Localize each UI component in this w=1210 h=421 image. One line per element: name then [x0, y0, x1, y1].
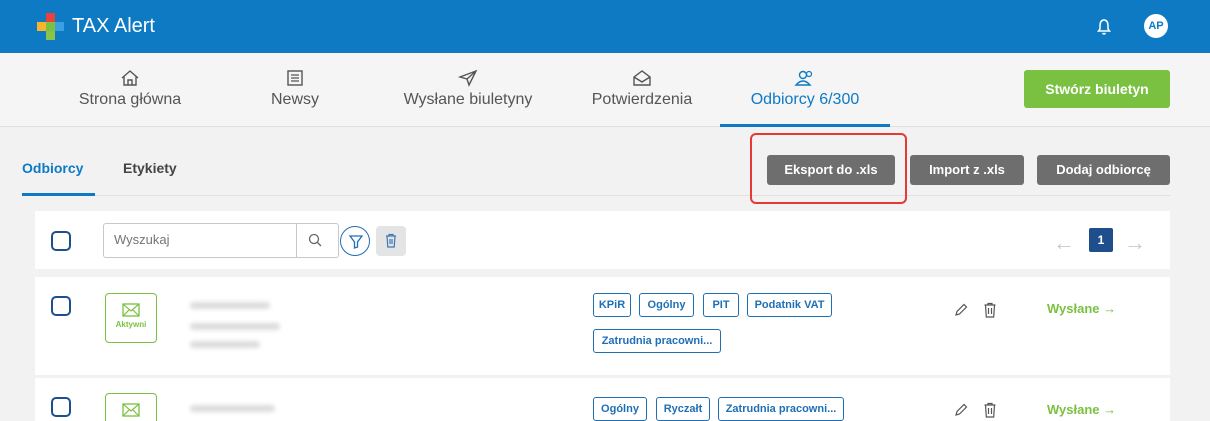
row-checkbox[interactable] [51, 296, 71, 316]
create-newsletter-button[interactable]: Stwórz biuletyn [1024, 70, 1170, 108]
user-avatar[interactable]: AP [1144, 14, 1168, 38]
tag[interactable]: Ryczałt [656, 397, 710, 421]
tag[interactable]: Ogólny [593, 397, 647, 421]
tag[interactable]: Ogólny [639, 293, 694, 317]
nav-item-label: Odbiorcy 6/300 [750, 91, 860, 108]
home-icon [121, 70, 139, 86]
search-divider [296, 224, 297, 257]
subtab-divider [22, 195, 1170, 196]
sent-link[interactable]: Wysłane → [1047, 301, 1116, 316]
bulk-delete-button[interactable] [376, 226, 406, 256]
filter-button[interactable] [340, 226, 370, 256]
app-title: TAX Alert [72, 15, 155, 37]
trash-icon[interactable] [983, 302, 997, 318]
redacted-email [190, 323, 280, 330]
search-icon[interactable] [308, 233, 322, 247]
nav-item-label: Wysłane biuletyny [403, 91, 533, 108]
trash-icon[interactable] [983, 402, 997, 418]
envelope-icon [122, 403, 140, 417]
nav-item-label: Newsy [270, 91, 319, 108]
edit-icon[interactable] [954, 303, 968, 317]
row-checkbox[interactable] [51, 397, 71, 417]
tag[interactable]: PIT [703, 293, 739, 317]
add-recipient-button[interactable]: Dodaj odbiorcę [1037, 155, 1170, 185]
nav-item-news[interactable]: Newsy [255, 53, 335, 127]
send-icon [458, 69, 478, 87]
select-all-checkbox[interactable] [51, 231, 71, 251]
active-tab-underline [22, 193, 95, 196]
envelope-icon [122, 303, 140, 317]
users-icon [794, 70, 813, 86]
trash-icon [386, 233, 396, 248]
edit-icon[interactable] [954, 403, 968, 417]
next-page-arrow[interactable]: → [1124, 230, 1146, 256]
envelope-open-icon [633, 70, 651, 86]
sent-link[interactable]: Wysłane → [1047, 402, 1116, 417]
current-page[interactable]: 1 [1089, 228, 1113, 252]
bell-icon[interactable] [1096, 18, 1112, 36]
tag[interactable]: KPiR [593, 293, 631, 317]
nav-item-label: Potwierdzenia [591, 91, 693, 108]
nav-item-sent[interactable]: Wysłane biuletyny [383, 53, 553, 127]
newspaper-icon [287, 70, 303, 86]
redacted-info [190, 341, 260, 348]
prev-page-arrow[interactable]: ← [1053, 230, 1075, 256]
redacted-name [190, 405, 275, 412]
redacted-name [190, 302, 270, 309]
import-xls-button[interactable]: Import z .xls [910, 155, 1024, 185]
main-nav: Strona główna Newsy Wysłane biuletyny Po… [0, 53, 1210, 127]
tag[interactable]: Zatrudnia pracowni... [593, 329, 721, 353]
status-badge [105, 393, 157, 421]
nav-item-label: Strona główna [78, 91, 182, 108]
status-badge: Aktywni [105, 293, 157, 343]
tab-labels[interactable]: Etykiety [123, 160, 177, 176]
search-input[interactable] [114, 232, 294, 247]
tag[interactable]: Podatnik VAT [747, 293, 832, 317]
nav-item-home[interactable]: Strona główna [60, 53, 200, 127]
status-label: Aktywni [115, 320, 147, 329]
search-field[interactable] [103, 223, 339, 258]
nav-item-confirmations[interactable]: Potwierdzenia [577, 53, 707, 127]
highlight-box [750, 133, 907, 204]
tag[interactable]: Zatrudnia pracowni... [718, 397, 844, 421]
filter-icon [348, 235, 364, 249]
top-bar: TAX Alert AP [0, 0, 1210, 53]
tab-recipients[interactable]: Odbiorcy [22, 160, 83, 176]
tax-alert-logo [37, 13, 64, 40]
nav-item-recipients[interactable]: Odbiorcy 6/300 [720, 53, 890, 127]
